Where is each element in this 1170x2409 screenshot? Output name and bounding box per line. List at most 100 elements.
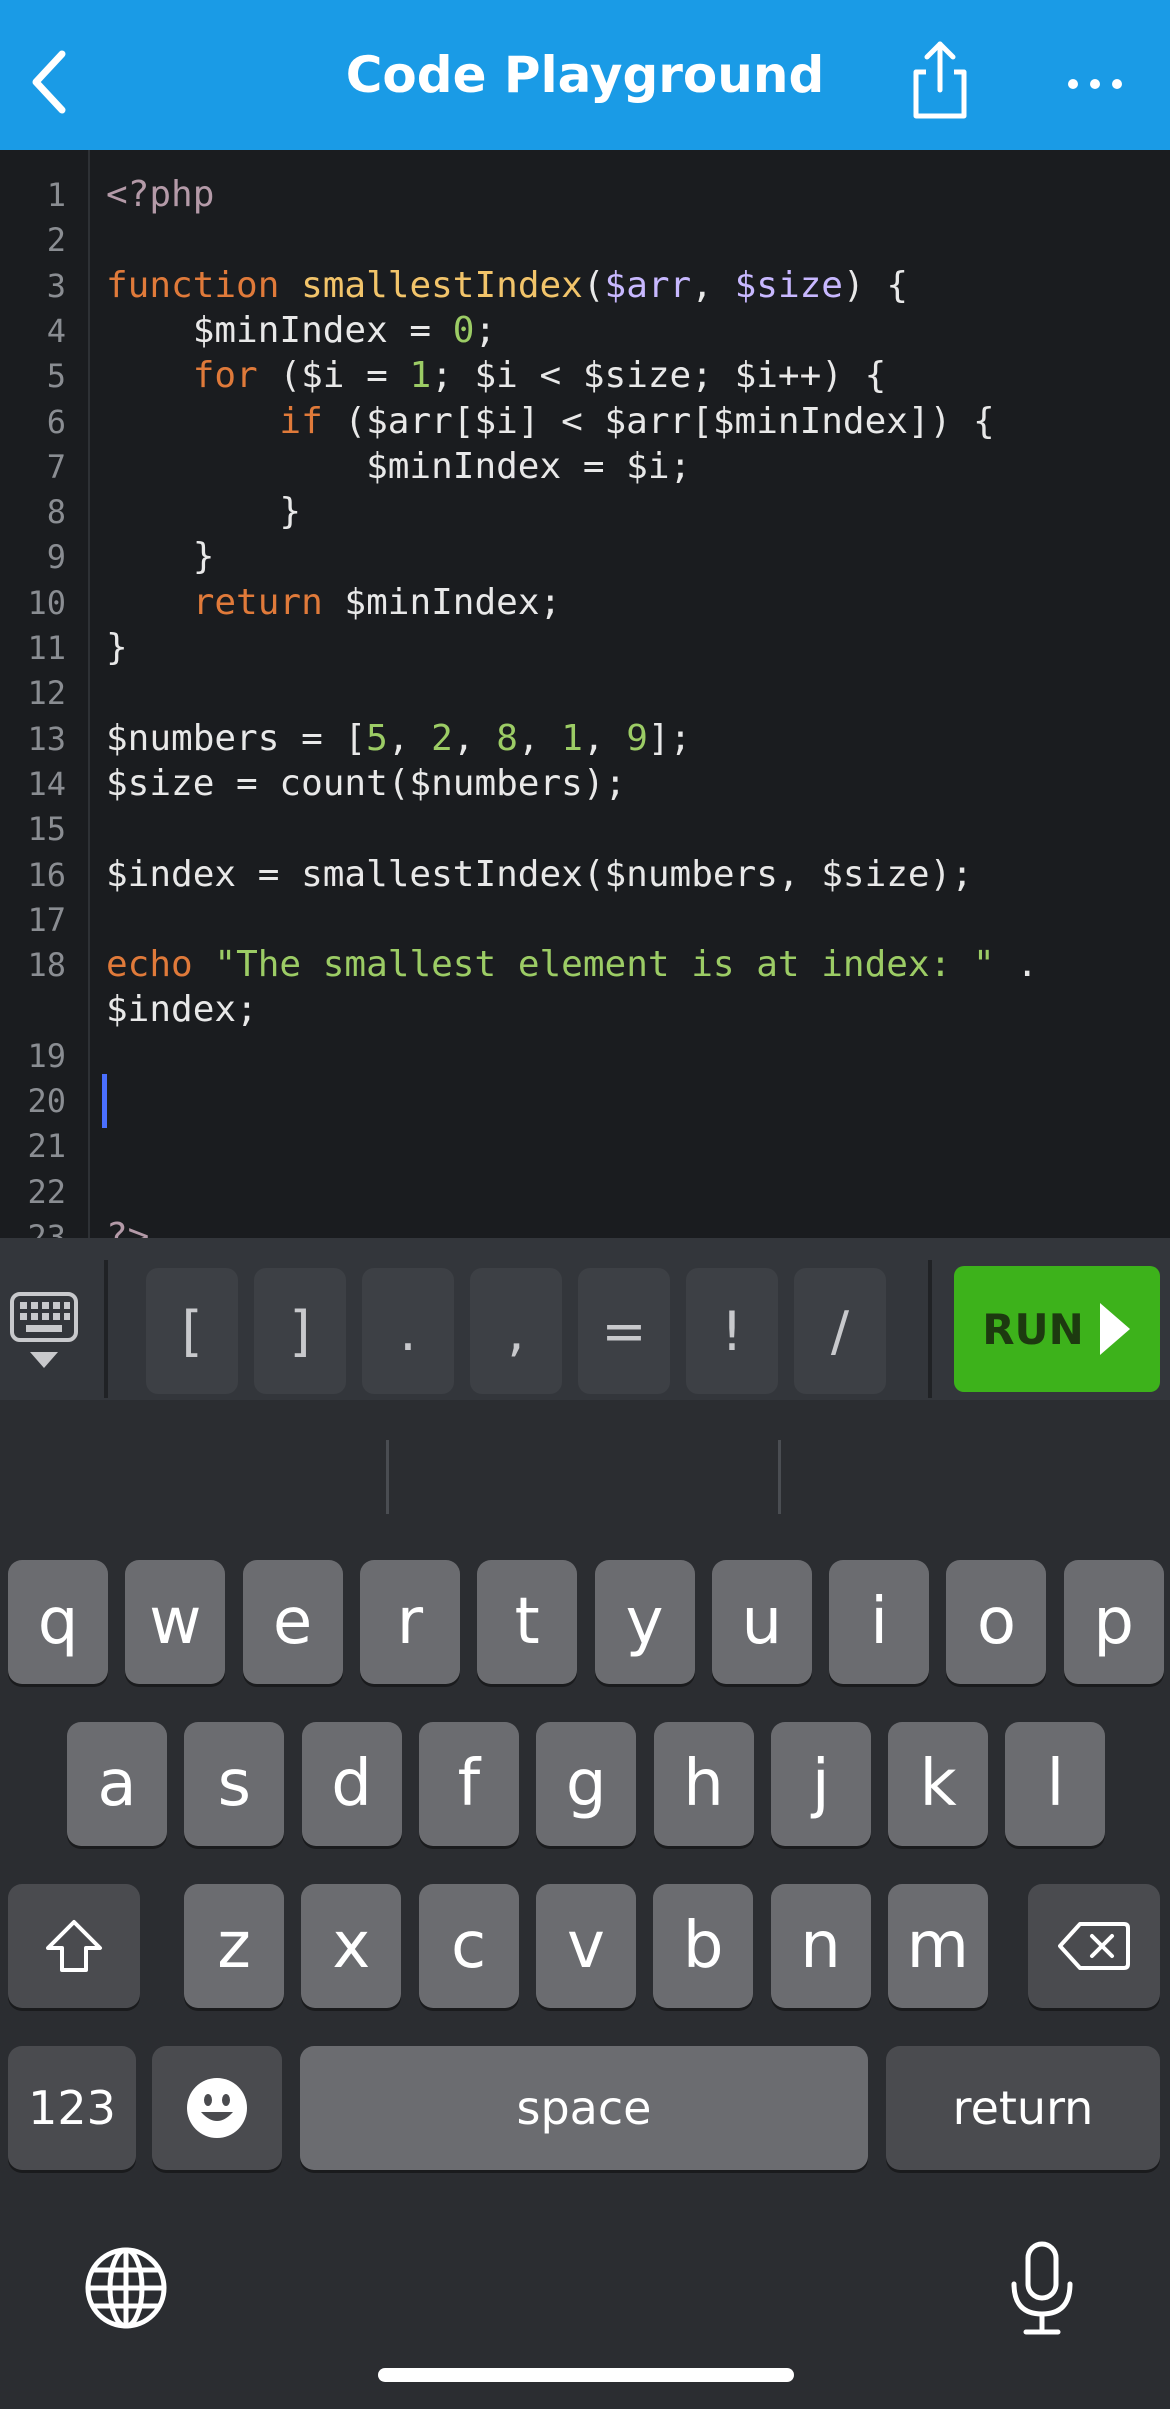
code-line: 10 return $minIndex; [0, 580, 1170, 626]
emoji-key[interactable] [152, 2046, 282, 2170]
symbol-key[interactable]: / [794, 1268, 886, 1394]
globe-button[interactable] [84, 2246, 168, 2330]
letter-key[interactable]: r [359, 1560, 460, 1684]
letter-key[interactable]: k [888, 1722, 989, 1846]
home-indicator [378, 2368, 794, 2382]
letter-key[interactable]: q [8, 1560, 108, 1684]
letter-key[interactable]: e [242, 1560, 343, 1684]
code-token: $arr [604, 264, 692, 306]
more-options-button[interactable] [1060, 50, 1130, 120]
code-line: 19 [0, 1033, 1170, 1079]
code-line: 6 if ($arr[$i] < $arr[$minIndex]) { [0, 399, 1170, 445]
letter-key[interactable]: y [594, 1560, 695, 1684]
letter-key[interactable]: l [1005, 1722, 1106, 1846]
letter-key[interactable]: a [67, 1722, 167, 1846]
line-number: 6 [46, 402, 66, 441]
suggestion-divider [778, 1440, 781, 1514]
code-token: , [582, 717, 627, 759]
code-line: 11} [0, 625, 1170, 671]
letter-key[interactable]: j [770, 1722, 871, 1846]
letter-key[interactable]: f [418, 1722, 519, 1846]
line-number: 16 [27, 855, 66, 894]
code-line: 5 for ($i = 1; $i < $size; $i++) { [0, 353, 1170, 399]
letter-key[interactable]: i [829, 1560, 930, 1684]
code-token: ($i = [257, 355, 410, 397]
letter-key[interactable]: n [770, 1884, 871, 2008]
code-token: 1 [561, 717, 583, 759]
return-key[interactable]: return [886, 2046, 1160, 2170]
code-text: for ($i = 1; $i < $size; $i++) { [106, 353, 887, 399]
code-token: 1 [409, 355, 432, 397]
code-token: $numbers = [ [106, 717, 367, 759]
share-icon [913, 41, 967, 119]
run-button[interactable]: RUN [954, 1266, 1160, 1392]
share-button[interactable] [900, 38, 980, 122]
letter-key[interactable]: t [477, 1560, 578, 1684]
code-line: 16 $index = smallestIndex($numbers, $size… [0, 852, 1170, 898]
play-icon [1099, 1303, 1130, 1355]
keyboard-dismiss-button[interactable] [8, 1290, 80, 1376]
back-button[interactable] [18, 40, 88, 120]
emoji-icon [187, 2078, 247, 2138]
letter-key[interactable]: s [184, 1722, 285, 1846]
symbol-key[interactable]: [ [146, 1268, 238, 1394]
letter-key[interactable]: d [301, 1722, 402, 1846]
backspace-key[interactable] [1028, 1884, 1160, 2008]
accessory-separator [104, 1260, 108, 1398]
letter-key[interactable]: x [301, 1884, 402, 2008]
symbol-key[interactable]: ! [686, 1268, 778, 1394]
code-line: 8 } [0, 489, 1170, 535]
symbol-key[interactable]: ] [254, 1268, 346, 1394]
code-line: 4 $minIndex = 0; [0, 308, 1170, 354]
letter-key[interactable]: m [887, 1884, 988, 2008]
letter-key[interactable]: z [184, 1884, 284, 2008]
line-number: 4 [46, 311, 66, 350]
code-token: , [691, 264, 735, 306]
letter-key[interactable]: c [418, 1884, 519, 2008]
code-token: , [517, 717, 562, 759]
letter-key[interactable]: o [946, 1560, 1047, 1684]
letter-key[interactable]: g [536, 1722, 637, 1846]
accessory-separator [928, 1260, 932, 1398]
letter-key[interactable]: u [711, 1560, 812, 1684]
code-line: 22 [0, 1169, 1170, 1215]
code-line: 20 [0, 1078, 1170, 1124]
code-token: } [106, 536, 215, 578]
chevron-left-icon [32, 50, 66, 114]
code-token: $size = count($numbers); [106, 762, 627, 804]
code-token: } [106, 627, 128, 668]
code-token: $size [734, 264, 843, 306]
code-token: function [106, 264, 302, 306]
code-token: if [279, 400, 323, 442]
app-header: Code Playground [0, 0, 1170, 150]
code-token: 0 [452, 309, 475, 351]
code-text: } [106, 489, 301, 535]
code-text: echo "The smallest element is at index: … [106, 942, 1038, 988]
shift-key[interactable] [8, 1884, 140, 2008]
numbers-key[interactable]: 123 [8, 2046, 136, 2170]
text-cursor [102, 1074, 107, 1128]
symbol-key[interactable]: = [578, 1268, 670, 1394]
code-line: $index; [0, 987, 1170, 1033]
letter-key[interactable]: b [653, 1884, 754, 2008]
letter-key[interactable]: w [125, 1560, 226, 1684]
symbol-key[interactable]: , [470, 1268, 562, 1394]
letter-key[interactable]: v [535, 1884, 636, 2008]
code-text: <?php [106, 172, 214, 218]
letter-key[interactable]: h [653, 1722, 754, 1846]
code-token: 8 [496, 717, 518, 759]
symbol-key[interactable]: . [362, 1268, 454, 1394]
code-line: 1 <?php [0, 172, 1170, 218]
line-number: 1 [46, 176, 66, 214]
line-number: 14 [27, 764, 66, 803]
space-key[interactable]: space [300, 2046, 868, 2170]
code-token: $minIndex = [106, 309, 453, 351]
dictation-button[interactable] [1004, 2240, 1080, 2338]
code-text: } [106, 625, 128, 671]
code-line: 14 $size = count($numbers); [0, 761, 1170, 807]
microphone-icon [1011, 2241, 1073, 2335]
letter-key[interactable]: p [1063, 1560, 1164, 1684]
shift-icon [46, 1920, 102, 1972]
